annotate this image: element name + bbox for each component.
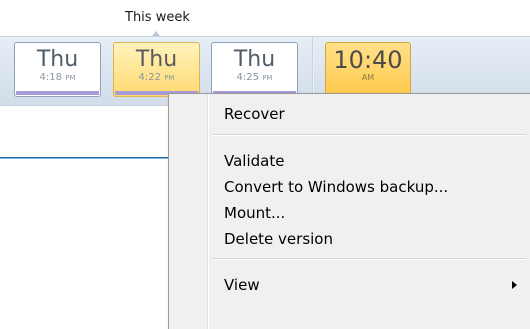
current-time: 10:40 bbox=[333, 46, 403, 74]
version-tile-3[interactable]: Thu 4:25 PM bbox=[211, 42, 298, 97]
menu-item-label: Delete version bbox=[224, 230, 333, 248]
menu-item-view[interactable]: View bbox=[172, 273, 527, 297]
version-bar bbox=[16, 91, 99, 95]
menu-item-label: Convert to Windows backup... bbox=[224, 178, 449, 196]
week-label: This week bbox=[125, 10, 190, 25]
version-tile-1[interactable]: Thu 4:18 PM bbox=[14, 42, 101, 97]
menu-item-validate[interactable]: Validate bbox=[172, 149, 527, 173]
version-tile-2-selected[interactable]: Thu 4:22 PM bbox=[113, 42, 200, 97]
submenu-arrow-icon bbox=[512, 281, 517, 289]
current-time-tile[interactable]: 10:40 AM bbox=[325, 42, 411, 97]
version-time: 4:22 PM bbox=[138, 72, 175, 83]
menu-item-mount[interactable]: Mount... bbox=[172, 201, 527, 225]
menu-item-label: Mount... bbox=[224, 204, 286, 222]
menu-item-label: View bbox=[224, 276, 260, 294]
menu-item-label: Validate bbox=[224, 152, 285, 170]
context-menu: Recover Validate Convert to Windows back… bbox=[168, 93, 530, 329]
menu-separator bbox=[211, 134, 526, 136]
version-time: 4:18 PM bbox=[39, 72, 76, 83]
version-day: Thu bbox=[233, 47, 276, 72]
version-time: 4:25 PM bbox=[236, 72, 273, 83]
menu-item-label: Recover bbox=[224, 105, 285, 123]
version-day: Thu bbox=[135, 47, 178, 72]
version-day: Thu bbox=[36, 47, 79, 72]
menu-item-recover[interactable]: Recover bbox=[172, 102, 527, 126]
menu-item-delete-version[interactable]: Delete version bbox=[172, 227, 527, 251]
menu-separator bbox=[211, 258, 526, 260]
menu-item-convert-to-windows-backup[interactable]: Convert to Windows backup... bbox=[172, 175, 527, 199]
progress-line bbox=[0, 157, 175, 159]
